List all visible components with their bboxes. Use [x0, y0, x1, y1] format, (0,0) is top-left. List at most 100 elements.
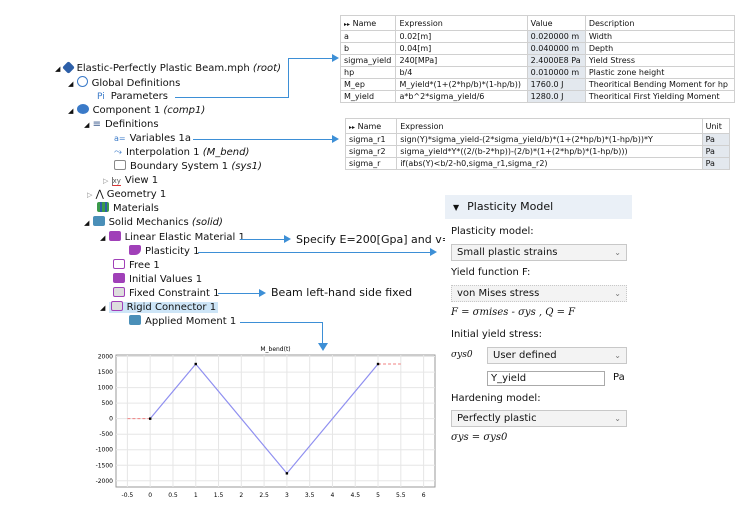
material-annotation: Specify E=200[Gpa] and v=0 — [296, 233, 458, 246]
table-cell[interactable]: M_yield*(1+(2*hp/b)*(1-hp/b)) — [395, 78, 528, 91]
data-point — [376, 362, 380, 366]
table-cell[interactable]: hp — [339, 66, 397, 79]
collapse-icon: ▼ — [453, 203, 460, 212]
column-header-name[interactable]: ▸▸ Name — [339, 15, 397, 31]
arrow-icon — [284, 235, 291, 243]
initial-yield-source-select[interactable]: User defined ⌄ — [487, 347, 627, 364]
view-icon: xy — [111, 177, 121, 186]
table-row[interactable]: a 0.02[m] 0.020000 m Width — [339, 30, 736, 43]
table-cell[interactable]: sign(Y)*sigma_yield-(2*sigma_yield/b)*(1… — [396, 133, 703, 146]
table-header: ▸▸ Name Expression Unit — [344, 118, 731, 134]
x-tick-label: 6 — [422, 492, 426, 499]
table-row[interactable]: M_yield a*b^2*sigma_yield/6 1280.0 J Theori… — [339, 90, 736, 103]
table-row[interactable]: sigma_yield 240[MPa] 2.4000E8 Pa Yield Stre… — [339, 54, 736, 67]
table-cell[interactable]: b — [339, 42, 397, 55]
table-cell[interactable]: Yield Stress — [584, 54, 736, 67]
table-cell[interactable]: 0.040000 m — [526, 42, 586, 55]
table-cell[interactable]: Theoritical Bending Moment for hp — [584, 78, 736, 91]
x-tick-label: 2.5 — [259, 492, 269, 499]
table-cell[interactable]: if(abs(Y)<b/2-h0,sigma_r1,sigma_r2) — [396, 157, 703, 170]
tree-free[interactable]: Free 1 — [113, 259, 160, 273]
x-tick-label: -0.5 — [122, 492, 134, 499]
table-cell[interactable]: b/4 — [395, 66, 528, 79]
table-cell[interactable]: Pa — [701, 145, 731, 158]
yield-function-select[interactable]: von Mises stress ⌄ — [451, 285, 627, 302]
table-cell[interactable]: 1280.0 J — [526, 90, 586, 103]
table-cell[interactable]: Plastic zone height — [584, 66, 736, 79]
y-tick-label: 500 — [102, 400, 114, 407]
table-cell[interactable]: Theoritical First Yielding Moment — [584, 90, 736, 103]
table-cell[interactable]: 0.020000 m — [526, 30, 586, 43]
parameters-icon: Pi — [97, 92, 105, 102]
tree-initial-values[interactable]: Initial Values 1 — [113, 273, 202, 287]
table-cell[interactable]: 0.04[m] — [395, 42, 528, 55]
plasticity-model-panel: ▼ Plasticity Model Plasticity model: Smal… — [445, 195, 632, 453]
plasticity-model-select[interactable]: Small plastic strains ⌄ — [451, 244, 627, 261]
tree-interpolation[interactable]: ⤳ Interpolation 1 (M_bend) — [114, 146, 249, 160]
global-definitions-icon — [76, 76, 88, 87]
connector-line — [240, 239, 285, 240]
table-cell[interactable]: Width — [584, 30, 736, 43]
column-header-value[interactable]: Value — [526, 15, 586, 31]
x-tick-label: 5.5 — [396, 492, 406, 499]
initial-yield-input[interactable]: Y_yield — [487, 371, 605, 386]
table-cell[interactable]: sigma_r1 — [344, 133, 398, 146]
hardening-select[interactable]: Perfectly plastic ⌄ — [451, 410, 627, 427]
definitions-icon: ≡ — [92, 119, 101, 130]
table-row[interactable]: b 0.04[m] 0.040000 m Depth — [339, 42, 736, 55]
table-row[interactable]: sigma_r2 sigma_yield*Y*((2/(b-2*hp))-(2/b… — [344, 145, 731, 158]
table-cell[interactable]: sigma_r — [344, 157, 398, 170]
variables-table: ▸▸ Name Expression Unit sigma_r1 sign(Y)*… — [344, 118, 731, 170]
boundary-system-icon — [114, 160, 126, 170]
table-row[interactable]: sigma_r1 sign(Y)*sigma_yield-(2*sigma_yie… — [344, 133, 731, 146]
table-cell[interactable]: sigma_yield — [339, 54, 397, 67]
tree-geometry[interactable]: ▷ ⋀ Geometry 1 — [87, 188, 166, 202]
tree-boundary-system[interactable]: Boundary System 1 (sys1) — [114, 160, 262, 174]
table-cell[interactable]: a*b^2*sigma_yield/6 — [395, 90, 528, 103]
table-cell[interactable]: 240[MPa] — [395, 54, 528, 67]
table-cell[interactable]: Depth — [584, 42, 736, 55]
x-tick-label: 0 — [148, 492, 152, 499]
table-cell[interactable]: Pa — [701, 133, 731, 146]
table-row[interactable]: M_ep M_yield*(1+(2*hp/b)*(1-hp/b)) 1760.0 … — [339, 78, 736, 91]
tree-applied-moment[interactable]: Applied Moment 1 — [129, 315, 236, 329]
table-cell[interactable]: 0.02[m] — [395, 30, 528, 43]
arrow-icon — [259, 289, 266, 297]
column-header-description[interactable]: Description — [584, 15, 736, 31]
column-header-name[interactable]: ▸▸ Name — [344, 118, 398, 134]
tree-definitions[interactable]: ◢ ≡ Definitions — [84, 118, 159, 132]
table-row[interactable]: hp b/4 0.010000 m Plastic zone height — [339, 66, 736, 79]
tree-variables[interactable]: a= Variables 1a — [114, 132, 191, 146]
table-cell[interactable]: 0.010000 m — [526, 66, 586, 79]
tree-plasticity[interactable]: Plasticity 1 — [129, 245, 200, 259]
tree-parameters[interactable]: Pi Parameters — [97, 90, 168, 104]
materials-icon — [97, 202, 109, 212]
table-cell[interactable]: M_ep — [339, 78, 397, 91]
tree-global-definitions[interactable]: ◢ Global Definitions — [68, 76, 180, 90]
tree-view[interactable]: ▷ xy View 1 — [103, 174, 158, 188]
table-cell[interactable]: 1760.0 J — [526, 78, 586, 91]
column-header-expression[interactable]: Expression — [395, 15, 528, 31]
tree-rigid-connector[interactable]: ◢ Rigid Connector 1 — [100, 301, 219, 315]
x-tick-label: 4 — [331, 492, 335, 499]
y-tick-label: 0 — [109, 416, 113, 423]
tree-component[interactable]: ◢ Component 1 (comp1) — [68, 104, 205, 118]
table-cell[interactable]: sigma_yield*Y*((2/(b-2*hp))-(2/b)*(1+(2*… — [396, 145, 703, 158]
tree-root[interactable]: ◢ Elastic-Perfectly Plastic Beam.mph (ro… — [55, 61, 281, 76]
table-cell[interactable]: M_yield — [339, 90, 397, 103]
table-cell[interactable]: a — [339, 30, 397, 43]
table-cell[interactable]: Pa — [701, 157, 731, 170]
table-row[interactable]: sigma_r if(abs(Y)<b/2-h0,sigma_r1,sigma_r… — [344, 157, 731, 170]
tree-fixed-constraint[interactable]: Fixed Constraint 1 — [113, 287, 219, 301]
table-cell[interactable]: 2.4000E8 Pa — [526, 54, 586, 67]
tree-linear-elastic[interactable]: ◢ Linear Elastic Material 1 — [100, 231, 245, 245]
column-header-unit[interactable]: Unit — [701, 118, 731, 134]
column-header-expression[interactable]: Expression — [396, 118, 703, 134]
table-cell[interactable]: sigma_r2 — [344, 145, 398, 158]
tree-materials[interactable]: Materials — [97, 202, 159, 216]
connector-line — [193, 139, 333, 140]
tree-solid-mechanics[interactable]: ◢ Solid Mechanics (solid) — [84, 216, 223, 230]
section-header[interactable]: ▼ Plasticity Model — [445, 195, 632, 219]
arrow-icon — [332, 135, 339, 143]
arrow-icon — [332, 54, 339, 62]
